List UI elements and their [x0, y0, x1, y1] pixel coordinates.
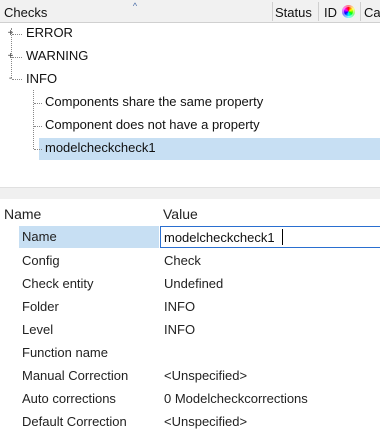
prop-value[interactable]: <Unspecified> [164, 411, 247, 433]
tree-node-check[interactable]: Components share the same property [45, 91, 263, 113]
tree-node-warning[interactable]: WARNING [26, 45, 88, 67]
col-status-header[interactable]: Status [275, 0, 312, 22]
prop-value[interactable]: INFO [164, 319, 195, 341]
prop-label: Auto corrections [22, 391, 116, 406]
tree-node-info[interactable]: INFO [26, 68, 57, 90]
tree-connector [34, 149, 42, 150]
prop-name-header[interactable]: Name [4, 203, 41, 225]
prop-label: Level [22, 322, 54, 337]
collapse-icon[interactable]: - [6, 74, 15, 84]
column-divider[interactable] [318, 2, 319, 21]
properties-header: Name Value [0, 199, 380, 225]
col-checks-header[interactable]: Checks [4, 0, 47, 22]
prop-label: Function name [22, 345, 108, 360]
expand-icon[interactable]: + [6, 29, 15, 39]
tree-connector [33, 90, 34, 149]
prop-label: Check entity [22, 276, 94, 291]
tree-header: Checks ^ Status ID Ca [0, 0, 380, 23]
tree-connector [34, 126, 42, 127]
prop-label: Folder [22, 299, 59, 314]
prop-label: Default Correction [22, 414, 127, 429]
panel-splitter[interactable] [0, 187, 380, 199]
prop-value[interactable]: Undefined [164, 273, 223, 295]
sort-ascending-icon: ^ [132, 1, 138, 11]
column-divider[interactable] [272, 2, 273, 21]
name-value-input[interactable] [160, 226, 380, 248]
prop-value[interactable]: 0 Modelcheckcorrections [164, 388, 308, 410]
prop-label-name: Name [22, 229, 57, 244]
color-wheel-icon[interactable] [342, 5, 355, 18]
column-divider[interactable] [360, 2, 361, 21]
prop-value-header[interactable]: Value [163, 203, 198, 225]
text-caret [282, 229, 283, 245]
prop-label: Manual Correction [22, 368, 129, 383]
expand-icon[interactable]: + [6, 52, 15, 62]
prop-value[interactable]: <Unspecified> [164, 365, 247, 387]
tree-node-check[interactable]: Component does not have a property [45, 114, 260, 136]
prop-value[interactable]: INFO [164, 296, 195, 318]
tree-node-error[interactable]: ERROR [26, 22, 73, 44]
prop-label: Config [22, 253, 60, 268]
tree-node-check-selected[interactable]: modelcheckcheck1 [45, 137, 156, 159]
tree-connector [34, 103, 42, 104]
col-id-header[interactable]: ID [324, 0, 337, 22]
prop-value[interactable]: Check [164, 250, 201, 272]
col-ca-header[interactable]: Ca [364, 0, 380, 22]
